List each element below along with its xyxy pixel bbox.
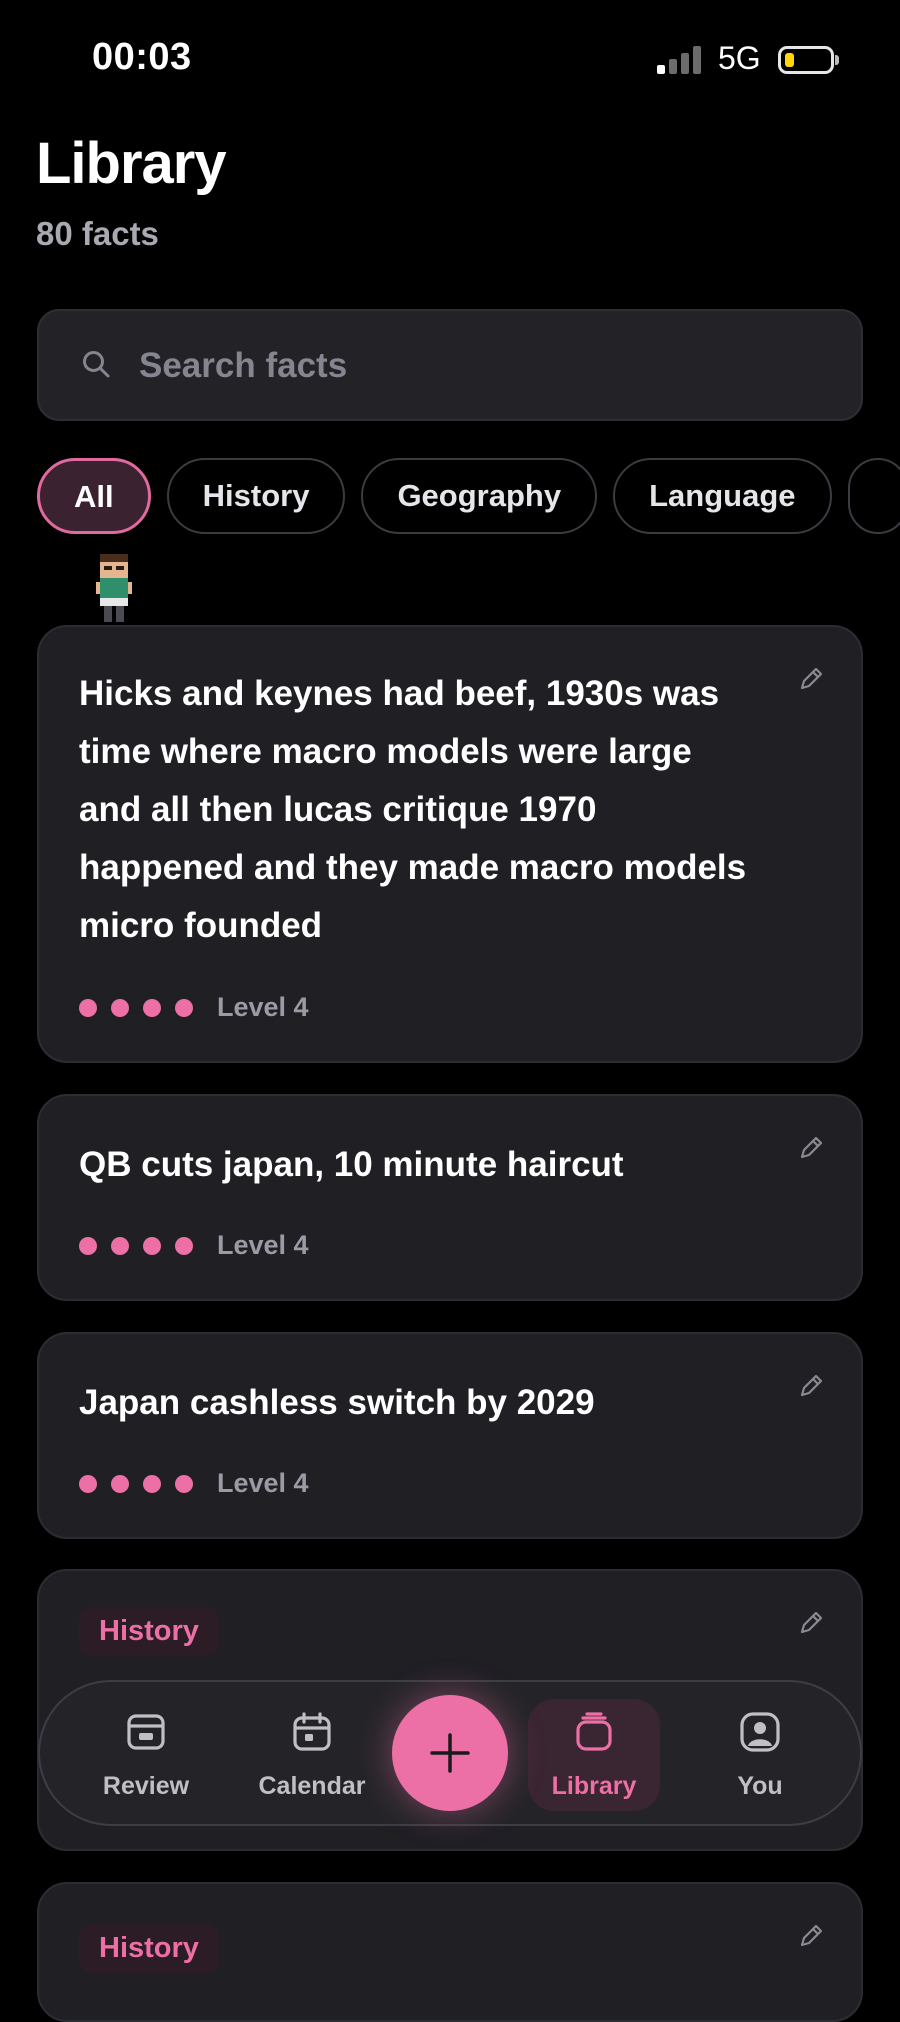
pencil-icon[interactable]: [797, 1609, 825, 1637]
filter-chip-history[interactable]: History: [167, 458, 346, 534]
level-label: Level 4: [217, 992, 309, 1023]
fact-card[interactable]: QB cuts japan, 10 minute haircut Level 4: [37, 1094, 863, 1301]
calendar-icon: [292, 1712, 332, 1752]
level-dot: [175, 1237, 193, 1255]
nav-label: Review: [80, 1772, 212, 1801]
fact-count: 80 facts: [36, 215, 159, 253]
battery-icon: [778, 46, 834, 74]
plus-icon: [430, 1733, 470, 1773]
level-dot: [143, 999, 161, 1017]
level-dot: [79, 1237, 97, 1255]
signal-icon: [657, 46, 703, 74]
pencil-icon[interactable]: [797, 1372, 825, 1400]
nav-you[interactable]: You: [694, 1682, 826, 1828]
level-dot: [143, 1475, 161, 1493]
level-indicator: Level 4: [79, 1468, 309, 1499]
filter-chips: AllHistoryGeographyLanguage: [37, 458, 900, 538]
battery-tip: [835, 55, 839, 65]
level-indicator: Level 4: [79, 992, 309, 1023]
filter-chip-more[interactable]: [848, 458, 900, 534]
level-label: Level 4: [217, 1468, 309, 1499]
pencil-icon[interactable]: [797, 1134, 825, 1162]
level-dot: [79, 1475, 97, 1493]
fact-text: Japan cashless switch by 2029: [79, 1374, 761, 1432]
level-label: Level 4: [217, 1230, 309, 1261]
fact-card[interactable]: History: [37, 1882, 863, 2022]
nav-calendar[interactable]: Calendar: [246, 1682, 378, 1828]
fact-card[interactable]: Hicks and keynes had beef, 1930s was tim…: [37, 625, 863, 1063]
level-dot: [79, 999, 97, 1017]
search-icon: [81, 349, 111, 379]
fact-text: Hicks and keynes had beef, 1930s was tim…: [79, 665, 761, 955]
level-dot: [175, 999, 193, 1017]
search-bar[interactable]: [37, 309, 863, 421]
pencil-icon[interactable]: [797, 1922, 825, 1950]
pencil-icon[interactable]: [797, 665, 825, 693]
level-dot: [111, 1237, 129, 1255]
status-time: 00:03: [92, 36, 192, 79]
filter-chip-all[interactable]: All: [37, 458, 151, 534]
nav-label: Library: [528, 1772, 660, 1801]
level-indicator: Level 4: [79, 1230, 309, 1261]
pixel-character-icon: [96, 554, 132, 626]
nav-label: You: [694, 1772, 826, 1801]
filter-chip-geography[interactable]: Geography: [361, 458, 597, 534]
fact-text: QB cuts japan, 10 minute haircut: [79, 1136, 761, 1194]
filter-chip-language[interactable]: Language: [613, 458, 831, 534]
network-label: 5G: [718, 40, 761, 77]
page-title: Library: [36, 130, 226, 197]
person-icon: [740, 1712, 780, 1752]
nav-review[interactable]: Review: [80, 1682, 212, 1828]
nav-library[interactable]: Library: [528, 1682, 660, 1828]
category-tag: History: [79, 1924, 219, 1973]
status-bar: 00:03 5G: [0, 0, 900, 120]
level-dot: [111, 1475, 129, 1493]
level-dot: [111, 999, 129, 1017]
add-fact-button[interactable]: [392, 1695, 508, 1811]
fact-card[interactable]: Japan cashless switch by 2029 Level 4: [37, 1332, 863, 1539]
search-input[interactable]: [137, 337, 741, 395]
category-tag: History: [79, 1607, 219, 1656]
level-dot: [143, 1237, 161, 1255]
nav-label: Calendar: [246, 1772, 378, 1801]
level-dot: [175, 1475, 193, 1493]
review-icon: [126, 1712, 166, 1752]
library-icon: [574, 1712, 614, 1752]
